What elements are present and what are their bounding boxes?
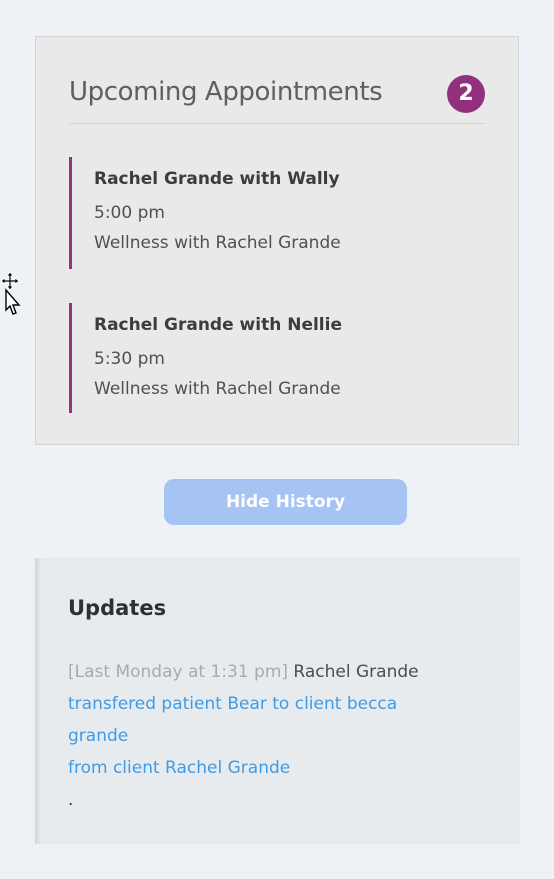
appointment-time: 5:30 pm [94, 349, 165, 369]
update-user: Rachel Grande [293, 662, 419, 682]
move-cursor-icon [0, 271, 21, 315]
update-entry: [Last Monday at 1:31 pm] Rachel Grande t… [68, 656, 448, 816]
hide-history-button[interactable]: Hide History [164, 479, 407, 525]
card-title: Upcoming Appointments [69, 77, 383, 107]
appointment-count-badge: 2 [447, 75, 485, 113]
updates-title: Updates [68, 596, 167, 620]
upcoming-appointments-card: Upcoming Appointments 2 Rachel Grande wi… [35, 36, 519, 445]
update-timestamp: [Last Monday at 1:31 pm] [68, 662, 289, 682]
appointment-title: Rachel Grande with Wally [94, 169, 340, 189]
appointment-description: Wellness with Rachel Grande [94, 233, 341, 253]
appointment-item[interactable]: Rachel Grande with Nellie 5:30 pm Wellne… [69, 303, 469, 413]
appointment-time: 5:00 pm [94, 203, 165, 223]
transfer-patient-link[interactable]: transfered patient Bear to client becca … [68, 694, 397, 746]
appointment-description: Wellness with Rachel Grande [94, 379, 341, 399]
from-client-link[interactable]: from client Rachel Grande [68, 758, 290, 778]
appointment-item[interactable]: Rachel Grande with Wally 5:00 pm Wellnes… [69, 157, 469, 269]
card-header: Upcoming Appointments 2 [69, 75, 485, 124]
updates-card: Updates [Last Monday at 1:31 pm] Rachel … [35, 558, 520, 844]
update-trailing-dot: . [68, 790, 74, 810]
appointment-title: Rachel Grande with Nellie [94, 315, 342, 335]
